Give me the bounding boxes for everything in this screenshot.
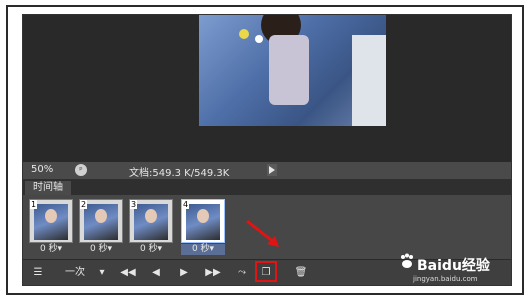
frame-number: 3 <box>130 200 138 209</box>
baidu-paw-icon <box>401 253 413 268</box>
image-badge <box>239 29 249 39</box>
status-menu-arrow-icon[interactable] <box>267 164 277 176</box>
red-arrow-icon <box>246 219 279 247</box>
frame-delay[interactable]: 0 秒▾ <box>79 244 123 255</box>
document-image <box>199 15 386 126</box>
frame-1[interactable]: 1 0 秒▾ <box>29 199 73 255</box>
tab-timeline[interactable]: 时间轴 <box>25 181 71 195</box>
loop-select[interactable]: 一次 <box>57 265 93 281</box>
watermark-brand: Baidu经验 <box>417 258 490 274</box>
zoom-level[interactable]: 50% <box>31 164 65 175</box>
document-info: 文档:549.3 K/549.3K <box>129 168 230 179</box>
frame-number: 4 <box>182 200 190 209</box>
frame-delay[interactable]: 0 秒▾ <box>129 244 173 255</box>
status-bar: 50% ᵖ 文档:549.3 K/549.3K <box>23 161 511 179</box>
loop-dropdown-icon[interactable]: ▾ <box>97 265 107 281</box>
image-shirt <box>269 35 309 105</box>
first-frame-button[interactable]: ◀◀ <box>119 265 137 281</box>
tween-button[interactable]: ⤳ <box>233 265 251 281</box>
convert-timeline-icon[interactable]: ☰ <box>29 265 47 281</box>
play-button[interactable]: ▶ <box>175 265 193 281</box>
frame-delay[interactable]: 0 秒▾ <box>29 244 73 255</box>
previous-frame-button[interactable]: ◀ <box>147 265 165 281</box>
frame-2[interactable]: 2 0 秒▾ <box>79 199 123 255</box>
highlight-duplicate-box <box>255 261 277 282</box>
photoshop-window: 50% ᵖ 文档:549.3 K/549.3K 时间轴 1 0 秒▾ 2 0 秒… <box>22 14 512 286</box>
image-background <box>352 35 386 126</box>
frame-4[interactable]: 4 0 秒▾ <box>181 199 225 255</box>
panel-tab-row: 时间轴 <box>23 179 511 195</box>
frame-number: 2 <box>80 200 88 209</box>
frame-delay[interactable]: 0 秒▾ <box>181 244 225 255</box>
baidu-watermark: Baidu经验 jingyan.baidu.com <box>399 251 509 285</box>
frame-number: 1 <box>30 200 38 209</box>
document-canvas[interactable] <box>23 15 511 161</box>
watermark-url: jingyan.baidu.com <box>413 275 478 283</box>
frame-3[interactable]: 3 0 秒▾ <box>129 199 173 255</box>
image-badge-small <box>255 35 263 43</box>
delete-frame-button[interactable]: 🗑 <box>293 265 309 281</box>
next-frame-button[interactable]: ▶▶ <box>203 265 223 281</box>
status-info-icon[interactable]: ᵖ <box>75 164 87 176</box>
